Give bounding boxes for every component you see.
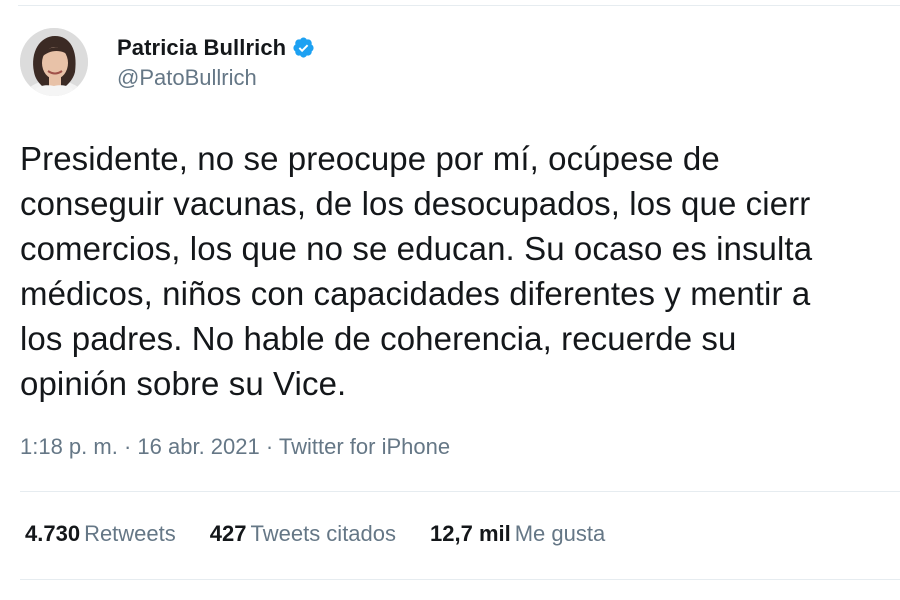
likes-label: Me gusta xyxy=(514,521,606,546)
display-name[interactable]: Patricia Bullrich xyxy=(117,35,286,61)
meta-divider xyxy=(20,491,900,492)
top-divider xyxy=(18,5,900,6)
quotes-label: Tweets citados xyxy=(250,521,397,546)
quotes-count: 427 xyxy=(209,521,247,546)
author-names: Patricia Bullrich @PatoBullrich xyxy=(117,32,315,91)
tweet-line: opinión sobre su Vice. xyxy=(20,365,347,402)
tweet-source[interactable]: Twitter for iPhone xyxy=(279,434,450,459)
retweets-stat[interactable]: 4.730 Retweets xyxy=(25,521,176,547)
tweet-line: conseguir vacunas, de los desocupados, l… xyxy=(20,185,811,222)
tweet-stats: 4.730 Retweets 427 Tweets citados 12,7 mil… xyxy=(25,521,639,547)
likes-count: 12,7 mil xyxy=(430,521,511,546)
quotes-stat[interactable]: 427 Tweets citados xyxy=(210,521,396,547)
meta-separator: · xyxy=(259,434,279,459)
tweet-line: Presidente, no se preocupe por mí, ocúpe… xyxy=(20,140,720,177)
author-handle[interactable]: @PatoBullrich xyxy=(117,65,315,91)
retweets-count: 4.730 xyxy=(25,521,81,546)
verified-badge-icon xyxy=(292,36,315,59)
tweet-date[interactable]: 16 abr. 2021 xyxy=(137,434,259,459)
tweet-meta: 1:18 p. m. · 16 abr. 2021 · Twitter for … xyxy=(20,434,450,460)
tweet-line: médicos, niños con capacidades diferente… xyxy=(20,275,811,312)
display-name-row[interactable]: Patricia Bullrich xyxy=(117,32,315,64)
meta-separator: · xyxy=(117,434,138,459)
tweet-line: comercios, los que no se educan. Su ocas… xyxy=(20,230,813,267)
avatar-photo xyxy=(20,28,88,96)
likes-stat[interactable]: 12,7 mil Me gusta xyxy=(430,521,605,547)
stats-divider xyxy=(20,579,900,580)
tweet-header: Patricia Bullrich @PatoBullrich xyxy=(20,28,315,96)
tweet-card: Patricia Bullrich @PatoBullrich Presiden… xyxy=(0,0,900,600)
tweet-time[interactable]: 1:18 p. m. xyxy=(20,434,118,459)
tweet-line: los padres. No hable de coherencia, recu… xyxy=(20,320,737,357)
retweets-label: Retweets xyxy=(84,521,176,546)
tweet-text: Presidente, no se preocupe por mí, ocúpe… xyxy=(20,136,900,406)
avatar[interactable] xyxy=(20,28,88,96)
